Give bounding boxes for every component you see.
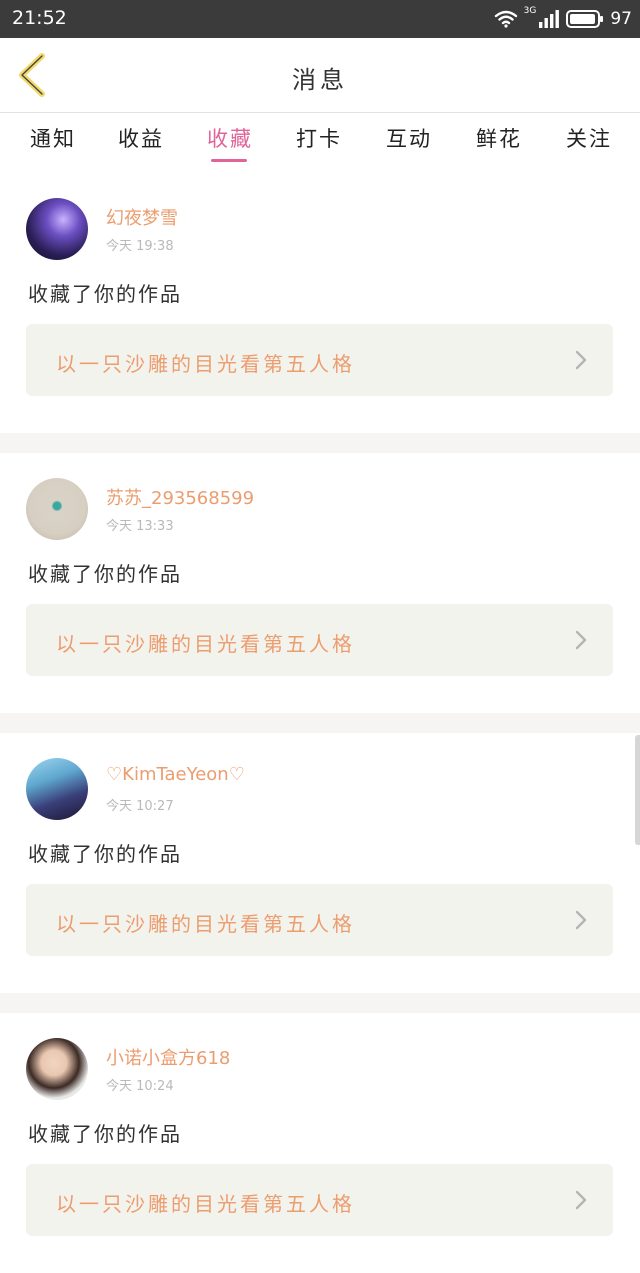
chevron-right-icon — [575, 910, 587, 930]
user-avatar[interactable] — [26, 1038, 88, 1100]
navigation-bar: 消息 — [0, 38, 640, 113]
work-link[interactable]: 以一只沙雕的目光看第五人格 — [26, 884, 613, 956]
timestamp: 今天 10:27 — [106, 799, 174, 814]
chevron-right-icon — [575, 350, 587, 370]
notification-item: ♡KimTaeYeon♡ 今天 10:27 收藏了你的作品 以一只沙雕的目光看第… — [0, 733, 640, 993]
network-type-label: 3G — [523, 6, 537, 16]
username-link[interactable]: 小诺小盒方618 — [106, 1044, 230, 1070]
work-link[interactable]: 以一只沙雕的目光看第五人格 — [26, 1164, 613, 1236]
tab-flowers[interactable]: 鲜花 — [463, 123, 535, 153]
username-link[interactable]: 苏苏_293568599 — [106, 484, 254, 510]
divider — [0, 713, 640, 733]
work-title: 以一只沙雕的目光看第五人格 — [56, 352, 355, 376]
tab-label: 关注 — [566, 127, 612, 151]
work-title: 以一只沙雕的目光看第五人格 — [56, 1192, 355, 1216]
tab-label: 收益 — [118, 127, 164, 151]
timestamp: 今天 10:24 — [106, 1079, 174, 1094]
chevron-right-icon — [575, 630, 587, 650]
user-avatar[interactable] — [26, 478, 88, 540]
notification-item: 幻夜梦雪 今天 19:38 收藏了你的作品 以一只沙雕的目光看第五人格 — [0, 173, 640, 433]
user-avatar[interactable] — [26, 198, 88, 260]
tab-checkin[interactable]: 打卡 — [283, 123, 355, 153]
scrollbar-thumb[interactable] — [635, 735, 640, 845]
divider — [0, 993, 640, 1013]
tab-label: 鲜花 — [476, 127, 522, 151]
notification-item: 苏苏_293568599 今天 13:33 收藏了你的作品 以一只沙雕的目光看第… — [0, 453, 640, 713]
tab-follow[interactable]: 关注 — [553, 123, 625, 153]
tab-favorites[interactable]: 收藏 — [194, 123, 266, 162]
notification-item: 小诺小盒方618 今天 10:24 收藏了你的作品 以一只沙雕的目光看第五人格 — [0, 1013, 640, 1273]
battery-icon — [566, 10, 604, 28]
tab-label: 打卡 — [296, 127, 342, 151]
user-avatar[interactable] — [26, 758, 88, 820]
timestamp: 今天 19:38 — [106, 239, 174, 254]
tab-notice[interactable]: 通知 — [17, 123, 89, 153]
work-link[interactable]: 以一只沙雕的目光看第五人格 — [26, 604, 613, 676]
action-text: 收藏了你的作品 — [28, 1122, 182, 1146]
signal-icon — [539, 10, 560, 28]
chevron-right-icon — [575, 1190, 587, 1210]
tab-bar: 通知 收益 收藏 打卡 互动 鲜花 关注 — [0, 113, 640, 165]
battery-level: 97 — [610, 9, 632, 29]
status-time: 21:52 — [12, 7, 67, 29]
divider — [0, 433, 640, 453]
action-text: 收藏了你的作品 — [28, 842, 182, 866]
timestamp: 今天 13:33 — [106, 519, 174, 534]
tab-earnings[interactable]: 收益 — [105, 123, 177, 153]
tab-label: 收藏 — [207, 127, 253, 151]
work-title: 以一只沙雕的目光看第五人格 — [56, 632, 355, 656]
active-tab-indicator — [211, 159, 247, 162]
tab-label: 互动 — [386, 127, 432, 151]
username-link[interactable]: 幻夜梦雪 — [106, 204, 178, 230]
wifi-icon — [494, 10, 517, 28]
battery-fill — [570, 14, 596, 24]
status-bar: 21:52 3G 97 — [0, 0, 640, 38]
page-title: 消息 — [292, 66, 348, 94]
work-title: 以一只沙雕的目光看第五人格 — [56, 912, 355, 936]
notification-list: 幻夜梦雪 今天 19:38 收藏了你的作品 以一只沙雕的目光看第五人格 苏苏_2… — [0, 173, 640, 1273]
work-link[interactable]: 以一只沙雕的目光看第五人格 — [26, 324, 613, 396]
action-text: 收藏了你的作品 — [28, 282, 182, 306]
tab-label: 通知 — [30, 127, 76, 151]
tab-interaction[interactable]: 互动 — [373, 123, 445, 153]
action-text: 收藏了你的作品 — [28, 562, 182, 586]
username-link[interactable]: ♡KimTaeYeon♡ — [106, 764, 245, 785]
status-icons: 3G 97 — [494, 6, 632, 32]
